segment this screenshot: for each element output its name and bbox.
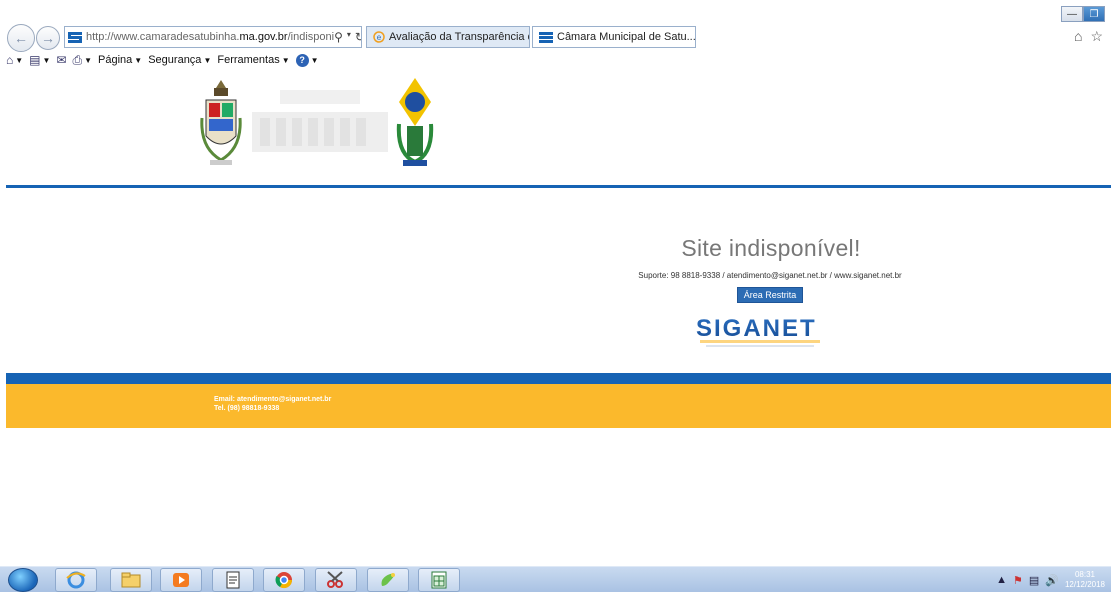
restricted-area-button[interactable]: Área Restrita <box>737 287 803 303</box>
taskbar-file-explorer[interactable] <box>110 568 152 592</box>
security-menu[interactable]: Segurança▼ <box>148 54 211 66</box>
brazil-coat-of-arms-icon <box>395 74 435 170</box>
tab-label: Câmara Municipal de Satu... <box>557 31 696 43</box>
footer-blue-bar <box>6 373 1111 384</box>
site-tab-icon <box>539 31 553 43</box>
taskbar-media-player[interactable] <box>160 568 202 592</box>
taskbar-paint[interactable] <box>367 568 409 592</box>
footer-phone: Tel. (98) 98818-9338 <box>214 405 279 412</box>
support-info: Suporte: 98 8818-9338 / atendimento@siga… <box>580 271 960 280</box>
url-domain: ma.gov.br <box>239 31 287 43</box>
folder-icon <box>120 571 142 589</box>
command-bar: ⌂▼ ▤▼ ✉ ⎙▼ Página▼ Segurança▼ Ferramenta… <box>6 52 319 68</box>
taskbar-snipping-tool[interactable] <box>315 568 357 592</box>
mail-icon: ✉ <box>56 53 66 67</box>
search-icon[interactable]: ⚲ <box>334 30 343 44</box>
forward-button[interactable]: → <box>36 26 60 50</box>
print-icon: ⎙ <box>73 53 83 68</box>
tab-transparency[interactable]: e Avaliação da Transparência do... <box>366 26 530 48</box>
clock[interactable]: 08:31 12/12/2018 <box>1065 570 1105 590</box>
home-menu[interactable]: ⌂▼ <box>6 53 23 67</box>
home-icon[interactable]: ⌂ <box>1074 28 1082 45</box>
tools-menu[interactable]: Ferramentas▼ <box>217 54 289 66</box>
feed-icon: ▤ <box>29 53 40 67</box>
siganet-logo-text: SIGANET <box>696 315 817 342</box>
home-icon: ⌂ <box>6 53 13 67</box>
refresh-icon[interactable]: ↻ <box>355 30 362 44</box>
back-arrow-icon: ← <box>14 30 28 46</box>
browser-chrome: ← → http://www.camaradesatubinha.ma.gov.… <box>0 0 1111 68</box>
taskbar-document-viewer[interactable] <box>212 568 254 592</box>
svg-text:e: e <box>377 33 382 42</box>
media-player-icon <box>171 571 191 589</box>
volume-icon[interactable]: 🔊 <box>1045 574 1059 587</box>
page-title: Site indisponível! <box>612 235 930 262</box>
site-favicon-icon <box>68 31 82 43</box>
paint-icon <box>378 570 398 590</box>
minimize-button[interactable]: — <box>1061 6 1083 22</box>
clock-date: 12/12/2018 <box>1065 580 1105 590</box>
window-controls: — ❐ <box>1061 6 1105 22</box>
taskbar-chrome[interactable] <box>263 568 305 592</box>
tab-camara[interactable]: Câmara Municipal de Satu... ✕ <box>532 26 696 48</box>
feeds-menu[interactable]: ▤▼ <box>29 53 50 67</box>
url-prefix: http://www.camaradesatubinha. <box>86 31 239 43</box>
internet-explorer-icon <box>65 570 87 590</box>
clock-time: 08:31 <box>1065 570 1105 580</box>
chrome-icon <box>274 570 294 590</box>
show-hidden-icons-icon[interactable]: ▲ <box>996 574 1007 586</box>
system-tray: ▲ ⚑ ▤ 🔊 08:31 12/12/2018 <box>935 567 1111 593</box>
start-button[interactable] <box>8 568 38 592</box>
chamber-logo-watermark <box>250 88 390 158</box>
forward-arrow-icon: → <box>41 30 55 46</box>
address-bar[interactable]: http://www.camaradesatubinha.ma.gov.br/i… <box>64 26 362 48</box>
action-center-flag-icon[interactable]: ⚑ <box>1013 574 1023 587</box>
taskbar-spreadsheet[interactable] <box>418 568 460 592</box>
footer: Email: atendimento@siganet.net.br Tel. (… <box>6 384 1111 428</box>
taskbar-internet-explorer[interactable] <box>55 568 97 592</box>
print-menu[interactable]: ⎙▼ <box>73 53 93 68</box>
taskbar: ▲ ⚑ ▤ 🔊 08:31 12/12/2018 <box>0 566 1111 592</box>
page-content: Site indisponível! Suporte: 98 8818-9338… <box>0 68 1111 558</box>
help-icon: ? <box>296 54 309 67</box>
network-icon[interactable]: ▤ <box>1029 574 1039 587</box>
dropdown-icon[interactable]: ▾ <box>347 30 351 44</box>
document-icon <box>224 570 242 590</box>
header-divider <box>6 185 1111 188</box>
ie-tab-icon: e <box>373 31 385 43</box>
restore-button[interactable]: ❐ <box>1083 6 1105 22</box>
scissors-icon <box>325 570 347 590</box>
siganet-logo[interactable]: SIGANET <box>696 312 846 352</box>
tab-label: Avaliação da Transparência do... <box>389 31 530 43</box>
page-menu[interactable]: Página▼ <box>98 54 142 66</box>
spreadsheet-icon <box>430 570 448 590</box>
back-button[interactable]: ← <box>7 24 35 52</box>
url-suffix: /indisponi <box>288 31 334 43</box>
mail-button[interactable]: ✉ <box>56 53 66 67</box>
favorites-star-icon[interactable]: ☆ <box>1090 28 1103 45</box>
municipal-coat-of-arms-icon <box>200 78 242 174</box>
help-menu[interactable]: ?▼ <box>296 54 319 67</box>
footer-email: Email: atendimento@siganet.net.br <box>214 396 331 403</box>
